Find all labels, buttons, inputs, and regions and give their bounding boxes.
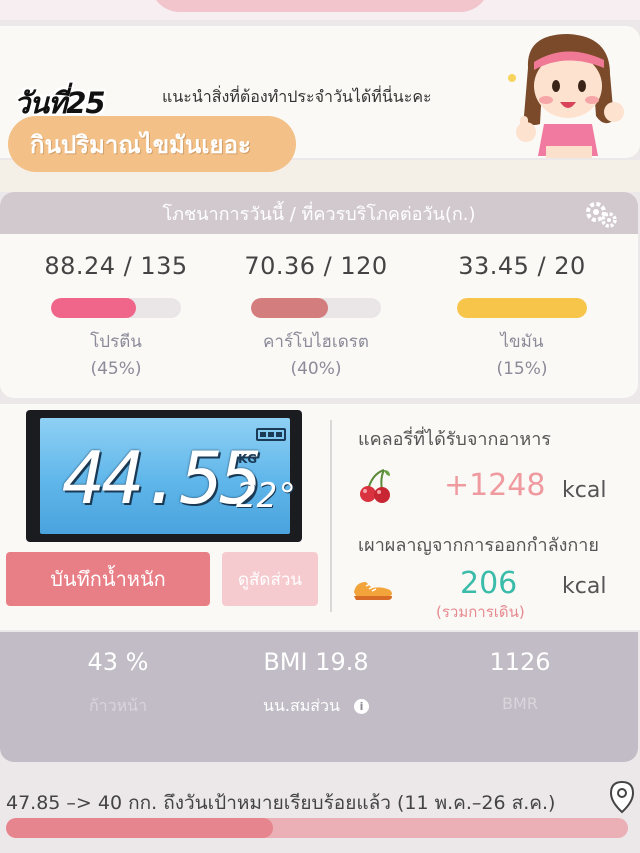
- scale-screen: 44.55 KG 22°: [40, 418, 297, 534]
- scale-photo[interactable]: 44.55 KG 22°: [26, 410, 302, 542]
- macro-protein-name: โปรตีน: [90, 332, 142, 352]
- calorie-burn-note: (รวมการเดิน): [436, 603, 525, 621]
- calorie-burn-value: 206: [460, 566, 518, 601]
- calorie-burn-label: เผาผลาญจากการออกกำลังกาย: [358, 535, 599, 556]
- record-weight-button[interactable]: บันทึกน้ำหนัก: [6, 552, 210, 606]
- stat-bmr-label: BMR: [502, 694, 538, 713]
- battery-icon: [256, 428, 286, 441]
- cherry-icon: [360, 469, 390, 503]
- macro-carbs-name: คาร์โบไฮเดรต: [263, 332, 369, 352]
- calorie-intake-label: แคลอรี่ที่ได้รับจากอาหาร: [358, 429, 551, 450]
- stats-bar: 43 % ก้าวหน้า BMI 19.8 นน.สมส่วน i 1126 B…: [0, 632, 638, 762]
- stat-progress-label: ก้าวหน้า: [88, 696, 148, 715]
- macro-carbs: 70.36 / 120 คาร์โบไฮเดรต (40%): [226, 252, 406, 379]
- macro-carbs-percent: (40%): [290, 359, 342, 379]
- macro-protein-value: 88.24 / 135: [44, 252, 188, 280]
- daily-highlight-text: กินปริมาณไขมันเยอะ: [30, 130, 251, 159]
- macro-fat-value: 33.45 / 20: [458, 252, 586, 280]
- stat-bmi-label: นน.สมส่วน: [263, 696, 340, 715]
- running-shoe-icon: [354, 582, 392, 600]
- stat-progress[interactable]: 43 % ก้าวหน้า: [18, 648, 218, 719]
- nutrition-header: โภชนาการวันนี้ / ที่ควรบริโภคต่อวัน(ก.): [0, 192, 638, 234]
- top-pink-pill: [150, 0, 490, 12]
- mascot-girl-icon: [508, 34, 624, 158]
- macro-fat: 33.45 / 20 ไขมัน (15%): [432, 252, 612, 379]
- calorie-burn-unit: kcal: [562, 574, 607, 599]
- scale-reading: 44.55: [62, 436, 263, 520]
- top-strip: [0, 0, 640, 20]
- macro-carbs-bar-fill: [251, 298, 328, 318]
- stat-bmr-value: 1126: [489, 648, 551, 676]
- stat-bmi[interactable]: BMI 19.8 นน.สมส่วน i: [216, 648, 416, 719]
- view-proportions-button[interactable]: ดูสัดส่วน: [222, 552, 318, 606]
- goal-summary: 47.85 –> 40 กก. ถึงวันเป้าหมายเรียบร้อยแ…: [6, 792, 556, 814]
- daily-highlight-pill[interactable]: กินปริมาณไขมันเยอะ: [8, 116, 296, 172]
- macro-protein-bar-fill: [51, 298, 136, 318]
- macro-protein-percent: (45%): [90, 359, 142, 379]
- macro-fat-bar: [457, 298, 587, 318]
- macro-protein-bar: [51, 298, 181, 318]
- calorie-intake-unit: kcal: [562, 478, 607, 503]
- scale-temperature: 22°: [236, 476, 298, 516]
- macro-carbs-value: 70.36 / 120: [244, 252, 388, 280]
- calorie-intake-value: +1248: [444, 468, 546, 503]
- macro-fat-name: ไขมัน: [500, 332, 544, 352]
- location-pin-icon[interactable]: [608, 780, 636, 814]
- stat-bmi-label-row: นน.สมส่วน i: [216, 694, 416, 719]
- scale-unit: KG: [238, 452, 258, 466]
- daily-tip-text: แนะนำสิ่งที่ต้องทำประจำวันได้ที่นี่นะคะ: [162, 87, 432, 106]
- macro-carbs-bar: [251, 298, 381, 318]
- stat-bmi-value: BMI 19.8: [263, 648, 369, 676]
- info-icon[interactable]: i: [353, 699, 369, 714]
- calorie-intake-row: +1248 kcal: [358, 468, 638, 508]
- macro-fat-percent: (15%): [496, 359, 548, 379]
- goal-progress-fill: [6, 818, 274, 838]
- stat-bmr[interactable]: 1126 BMR: [420, 648, 620, 713]
- settings-gear-icon[interactable]: [584, 200, 618, 228]
- stat-progress-value: 43 %: [87, 648, 149, 676]
- macro-protein: 88.24 / 135 โปรตีน (45%): [26, 252, 206, 379]
- vertical-divider: [330, 420, 332, 612]
- nutrition-card: โภชนาการวันนี้ / ที่ควรบริโภคต่อวัน(ก.) …: [0, 192, 638, 398]
- goal-progress-bar: [6, 818, 628, 838]
- nutrition-title: โภชนาการวันนี้ / ที่ควรบริโภคต่อวัน(ก.): [162, 203, 476, 225]
- macro-fat-bar-fill: [457, 298, 587, 318]
